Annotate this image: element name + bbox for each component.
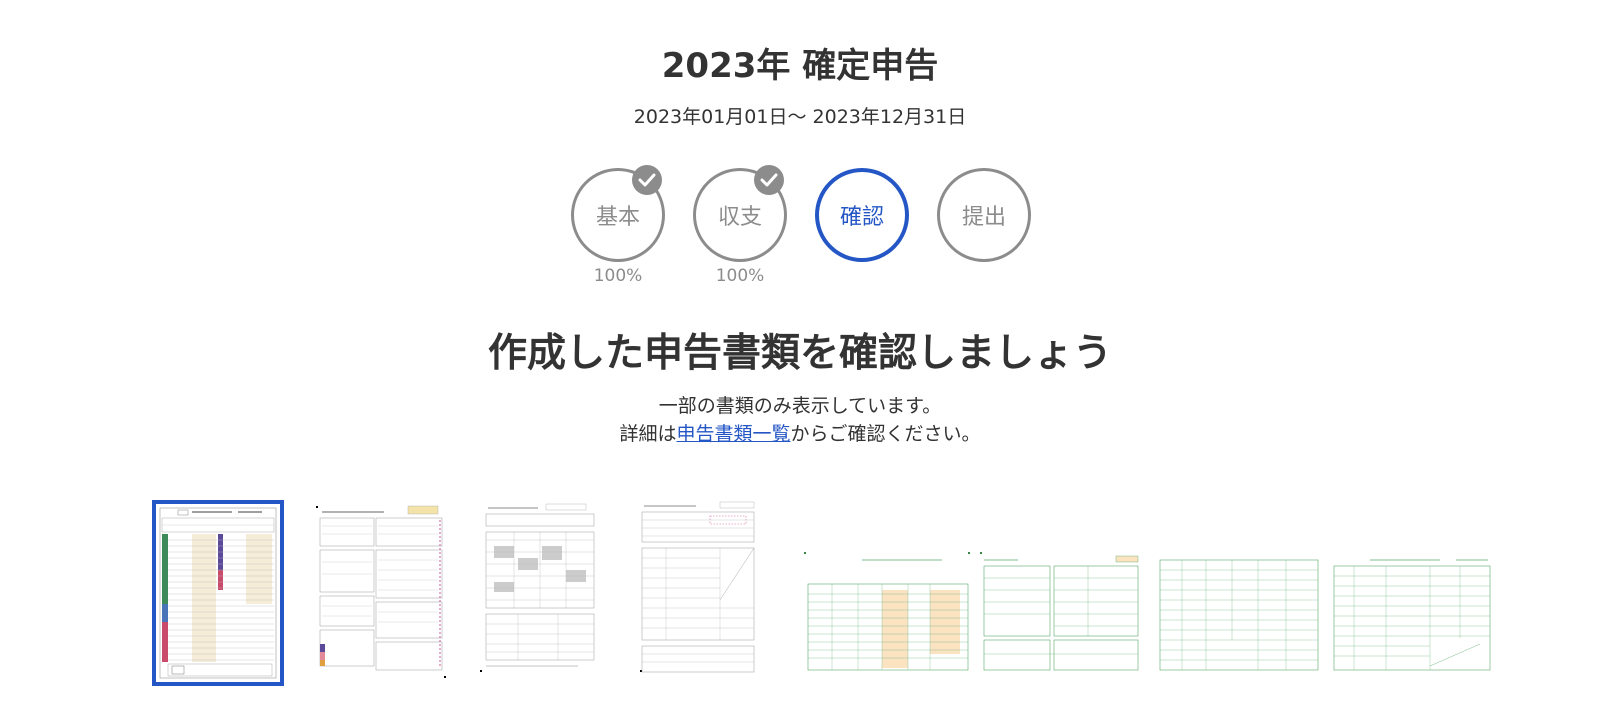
document-thumbnail[interactable]	[636, 500, 766, 686]
form-preview-icon	[1333, 559, 1491, 671]
info-note: 一部の書類のみ表示しています。 詳細は申告書類一覧からご確認ください。	[0, 392, 1600, 448]
document-thumbnail[interactable]	[478, 500, 604, 686]
page: 2023年 確定申告 2023年01月01日～ 2023年12月31日 基本 1…	[0, 0, 1600, 728]
document-thumbnail[interactable]	[802, 550, 972, 676]
document-thumbnails	[0, 500, 1600, 690]
form-preview-icon	[316, 505, 446, 678]
step-percent: 100%	[593, 266, 643, 286]
page-title: 2023年 確定申告	[661, 46, 939, 86]
document-thumbnail[interactable]	[152, 500, 284, 686]
note-prefix: 詳細は	[619, 423, 677, 445]
step-percent: 100%	[715, 266, 765, 286]
note-line-2: 詳細は申告書類一覧からご確認ください。	[0, 420, 1600, 448]
step-indicator: 基本 100% 収支 100% 確認 提出	[0, 165, 1600, 288]
form-preview-icon	[159, 507, 277, 679]
check-icon	[632, 165, 662, 195]
step-teishutsu[interactable]: 提出	[934, 168, 1034, 288]
step-kihon[interactable]: 基本 100%	[568, 165, 668, 288]
check-icon	[754, 165, 784, 195]
form-preview-icon	[980, 552, 1139, 671]
form-preview-icon	[480, 503, 595, 672]
document-thumbnail[interactable]	[1156, 556, 1322, 676]
step-circle: 確認	[815, 168, 909, 262]
step-label: 確認	[839, 205, 884, 230]
document-thumbnail[interactable]	[1330, 554, 1494, 676]
step-circle: 提出	[937, 168, 1031, 262]
form-preview-icon	[640, 501, 755, 673]
step-label: 提出	[961, 205, 1006, 230]
step-label: 基本	[595, 205, 640, 230]
document-thumbnail[interactable]	[314, 500, 450, 686]
form-preview-icon	[804, 552, 970, 671]
step-shushi[interactable]: 収支 100%	[690, 165, 790, 288]
period-range: 2023年01月01日～ 2023年12月31日	[633, 106, 967, 128]
step-label: 収支	[717, 205, 762, 230]
document-thumbnail[interactable]	[978, 550, 1144, 676]
form-preview-icon	[1159, 559, 1319, 671]
note-suffix: からご確認ください。	[790, 423, 981, 445]
section-heading: 作成した申告書類を確認しましょう	[487, 331, 1112, 376]
document-list-link[interactable]: 申告書類一覧	[676, 423, 790, 445]
note-line-1: 一部の書類のみ表示しています。	[658, 395, 942, 417]
step-kakunin[interactable]: 確認	[812, 168, 912, 288]
